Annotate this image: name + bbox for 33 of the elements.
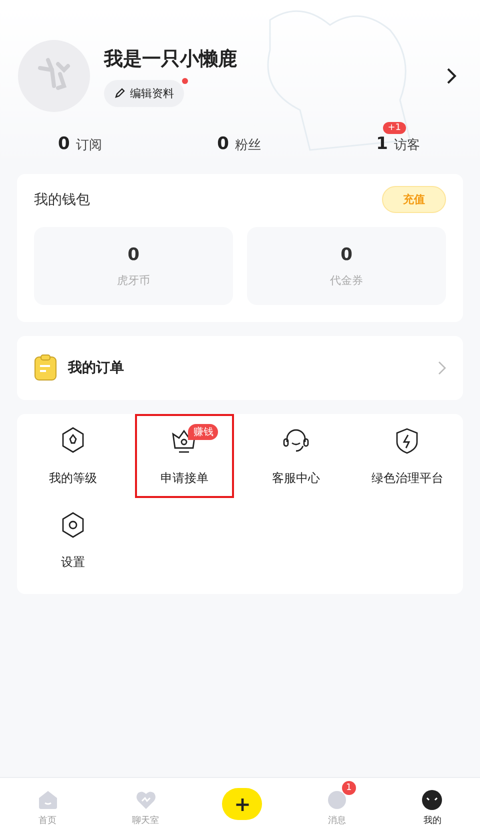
balance-tile[interactable]: 0 虎牙币	[34, 227, 233, 305]
clipboard-icon	[34, 354, 58, 382]
balance-label: 虎牙币	[117, 272, 150, 288]
stat-label[interactable]: 访客	[394, 136, 420, 154]
face-icon	[421, 789, 444, 811]
count-badge: +1	[382, 122, 406, 134]
balance-tile[interactable]: 0 代金券	[247, 227, 446, 305]
heart-icon	[134, 789, 157, 811]
chevron-right-icon	[438, 361, 446, 375]
add-button[interactable]: +	[222, 788, 262, 820]
stat-value: 0	[217, 134, 229, 154]
tab[interactable]: 消息 1	[316, 781, 358, 827]
wallet-title: 我的钱包	[34, 190, 90, 208]
service-item[interactable]: 设置	[23, 498, 122, 582]
chevron-right-icon[interactable]	[446, 67, 458, 85]
service-item[interactable]: 客服中心	[246, 414, 346, 498]
pencil-icon	[114, 87, 126, 99]
stat-value: 0	[58, 134, 70, 154]
stat-label[interactable]: 订阅	[76, 136, 102, 154]
user-name: 我是一只小懒鹿	[104, 46, 237, 72]
service-item[interactable]: 赚钱 申请接单	[134, 414, 234, 498]
balance-value: 0	[128, 244, 140, 264]
service-item[interactable]: 我的等级	[23, 414, 122, 498]
house-icon	[36, 789, 59, 811]
balance-value: 0	[340, 244, 352, 264]
balance-label: 代金券	[330, 272, 363, 288]
unread-badge: 1	[342, 781, 356, 795]
tab[interactable]: 我的	[411, 781, 454, 827]
stat-label[interactable]: 粉丝	[234, 136, 261, 154]
stat-value: 1	[376, 134, 388, 154]
orders-row[interactable]: 我的订单	[17, 336, 463, 400]
service-item[interactable]: 绿色治理平台	[358, 414, 457, 498]
earn-badge: 赚钱	[188, 424, 218, 440]
